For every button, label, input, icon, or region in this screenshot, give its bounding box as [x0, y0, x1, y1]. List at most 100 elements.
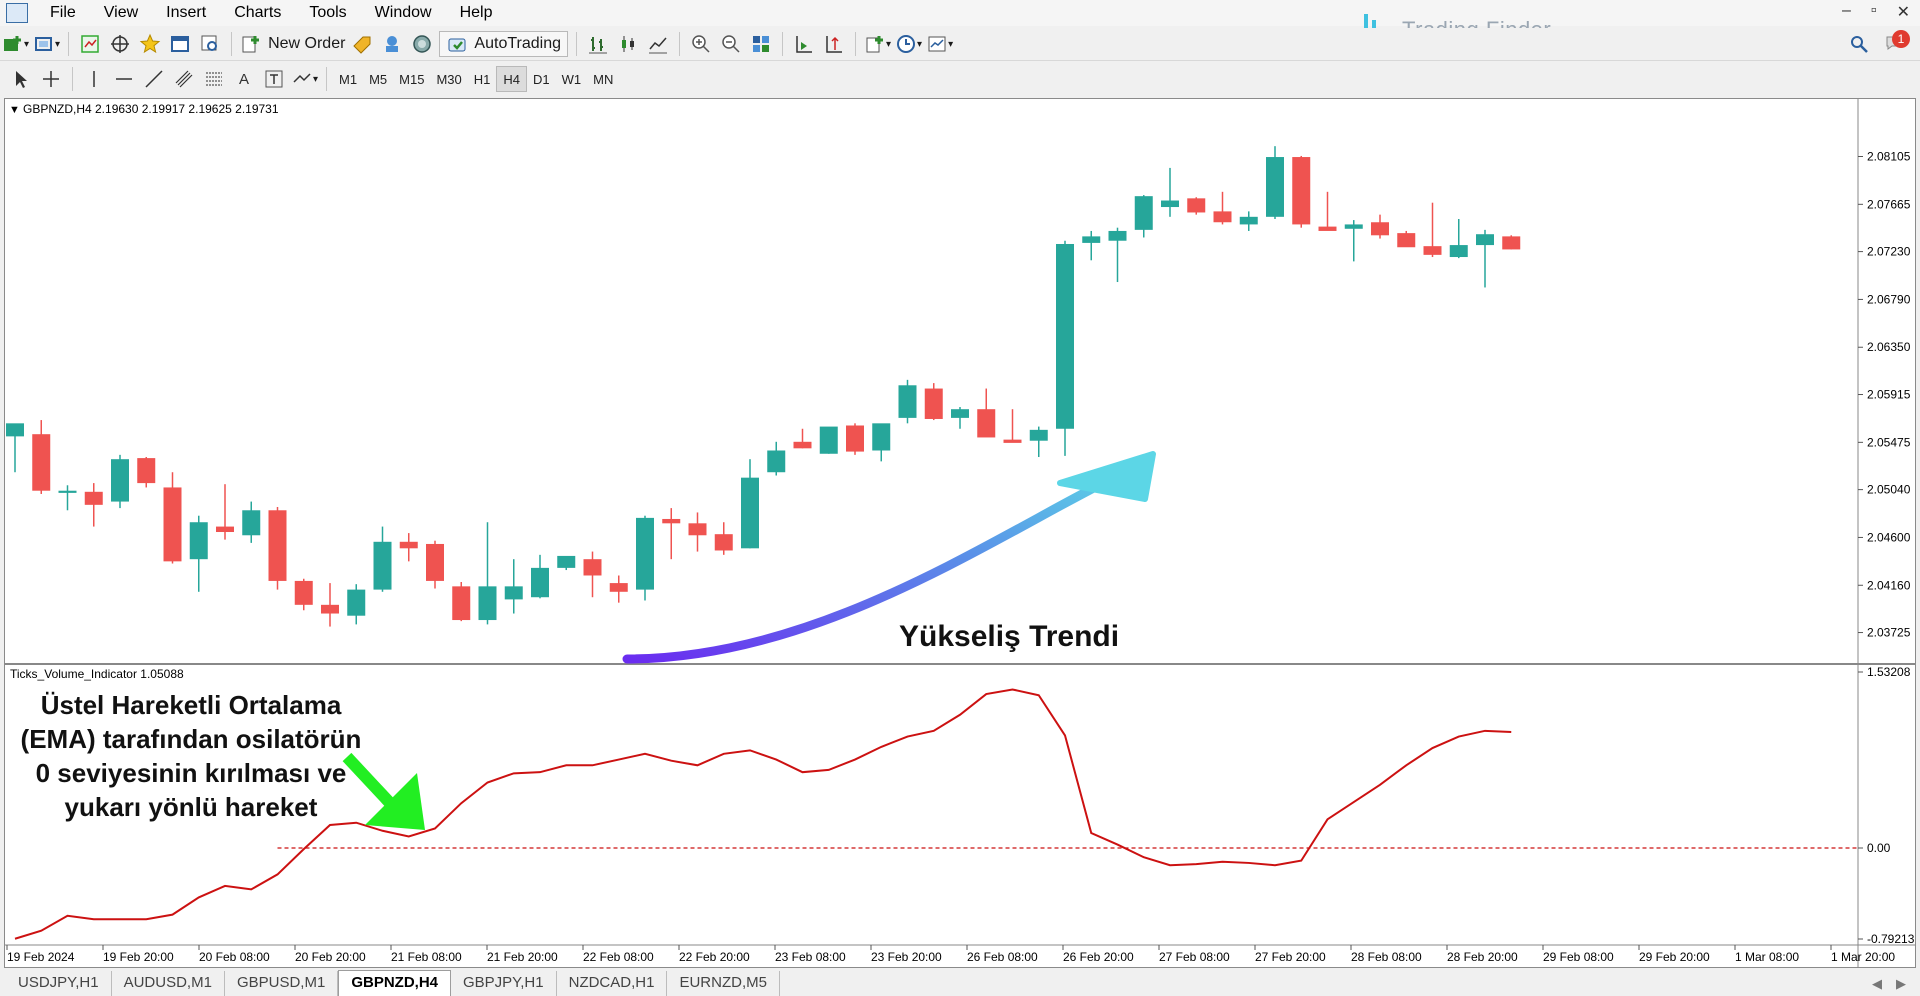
time-axis-label: 27 Feb 08:00 [1159, 950, 1230, 964]
equidistant-channel-tool[interactable] [171, 66, 197, 92]
templates-button[interactable]: ▾ [926, 31, 953, 57]
candle-body [32, 434, 51, 491]
tab-scroll-right-icon[interactable]: ▶ [1896, 976, 1906, 992]
drawing-toolbar: A ▾ M1 M5 M15 M30 H1 H4 D1 W1 MN [0, 62, 1920, 96]
chart-collapse-triangle[interactable]: ▼ [9, 104, 20, 116]
line-chart-button[interactable] [645, 31, 671, 57]
uptrend-arrow-head [1057, 451, 1156, 502]
minimize-button[interactable]: – [1842, 2, 1851, 22]
new-chart-button[interactable]: ▾ [2, 31, 29, 57]
chart-canvas[interactable]: ▼ GBPNZD,H4 2.19630 2.19917 2.19625 2.19… [5, 99, 1915, 967]
candle-body [347, 589, 366, 616]
menu-charts[interactable]: Charts [220, 4, 295, 22]
candle-body [84, 491, 103, 505]
tab-audusd-m1[interactable]: AUDUSD,M1 [112, 971, 225, 996]
menu-view[interactable]: View [90, 4, 152, 22]
text-label-icon [265, 70, 283, 88]
tab-nzdcad-h1[interactable]: NZDCAD,H1 [557, 971, 668, 996]
candle-body [898, 385, 917, 418]
candle-body [1344, 224, 1363, 229]
candle-body [163, 487, 182, 562]
new-order-button[interactable]: New Order [240, 31, 345, 57]
expert-button[interactable] [349, 31, 375, 57]
candle-body [1423, 246, 1442, 255]
timeframe-w1[interactable]: W1 [556, 67, 588, 91]
restore-button[interactable]: ▫ [1871, 2, 1877, 22]
ema-annotation: Üstel Hareketli Ortalama (EMA) tarafında… [21, 690, 362, 822]
timeframe-mn[interactable]: MN [587, 67, 619, 91]
signals-button[interactable] [379, 31, 405, 57]
bar-chart-button[interactable] [585, 31, 611, 57]
candle-body [1266, 157, 1284, 217]
price-axis-label: 2.03725 [1867, 626, 1911, 640]
zoom-out-button[interactable] [718, 31, 744, 57]
candle-body [531, 567, 549, 598]
price-axis-label: 2.07230 [1867, 245, 1911, 259]
tab-scroll-left-icon[interactable]: ◀ [1872, 976, 1882, 992]
trendline-icon [145, 70, 163, 88]
tab-gbpjpy-h1[interactable]: GBPJPY,H1 [451, 971, 557, 996]
timeframe-m30[interactable]: M30 [430, 67, 467, 91]
navigator-button[interactable] [137, 31, 163, 57]
profiles-button[interactable]: ▾ [33, 31, 60, 57]
trendline-tool[interactable] [141, 66, 167, 92]
menu-insert[interactable]: Insert [152, 4, 220, 22]
timeframe-m15[interactable]: M15 [393, 67, 430, 91]
data-window-button[interactable] [107, 31, 133, 57]
autotrading-label: AutoTrading [474, 35, 561, 52]
search-button[interactable] [1846, 31, 1872, 57]
close-button[interactable]: ✕ [1897, 2, 1910, 22]
menu-tools[interactable]: Tools [295, 4, 360, 22]
menu-file[interactable]: File [36, 4, 90, 22]
timeframe-h4[interactable]: H4 [496, 66, 527, 92]
candle-body [1397, 233, 1416, 248]
text-label-tool[interactable] [261, 66, 287, 92]
market-watch-button[interactable] [77, 31, 103, 57]
candle-body [426, 543, 444, 581]
tile-windows-button[interactable] [748, 31, 774, 57]
terminal-button[interactable] [167, 31, 193, 57]
indicators-button[interactable]: ▾ [864, 31, 891, 57]
market-button[interactable] [409, 31, 435, 57]
candlestick-button[interactable] [615, 31, 641, 57]
vertical-line-tool[interactable] [81, 66, 107, 92]
text-tool[interactable]: A [231, 66, 257, 92]
timeframe-h1[interactable]: H1 [468, 67, 497, 91]
strategy-tester-button[interactable] [197, 31, 223, 57]
candle-body [846, 425, 864, 452]
new-chart-icon [4, 36, 21, 51]
star-folder-icon [139, 33, 161, 54]
auto-scroll-button[interactable] [791, 31, 817, 57]
tab-eurnzd-m5[interactable]: EURNZD,M5 [667, 971, 780, 996]
menu-window[interactable]: Window [361, 4, 446, 22]
fibonacci-tool[interactable] [201, 66, 227, 92]
autotrading-button[interactable]: AutoTrading [439, 31, 568, 57]
tab-usdjpy-h1[interactable]: USDJPY,H1 [6, 971, 112, 996]
annotation-line-1: Üstel Hareketli Ortalama [41, 690, 342, 720]
arrows-tool[interactable]: ▾ [291, 66, 318, 92]
time-axis-label: 26 Feb 20:00 [1063, 950, 1134, 964]
tab-gbpusd-m1[interactable]: GBPUSD,M1 [225, 971, 339, 996]
horizontal-line-icon [116, 78, 132, 80]
timeframe-d1[interactable]: D1 [527, 67, 556, 91]
zoom-in-button[interactable] [688, 31, 714, 57]
candlestick-icon [622, 36, 634, 52]
menu-help[interactable]: Help [446, 4, 507, 22]
candle-body [1213, 211, 1232, 223]
time-axis-label: 1 Mar 20:00 [1831, 950, 1895, 964]
tab-gbpnzd-h4[interactable]: GBPNZD,H4 [338, 970, 451, 996]
chart-shift-button[interactable] [821, 31, 847, 57]
notifications-button[interactable]: 1 [1882, 30, 1910, 56]
annotation-line-2: (EMA) tarafından osilatörün [21, 724, 362, 754]
price-axis-label: 2.04160 [1867, 578, 1911, 592]
horizontal-line-tool[interactable] [111, 66, 137, 92]
crosshair-tool[interactable] [38, 66, 64, 92]
price-axis-label: 2.04600 [1867, 530, 1911, 544]
timeframe-m1[interactable]: M1 [333, 67, 363, 91]
cursor-tool[interactable] [8, 66, 34, 92]
candle-body [1239, 216, 1258, 225]
periods-button[interactable]: ▾ [895, 31, 922, 57]
candle-body [1108, 230, 1127, 241]
chart-window[interactable]: ▼ GBPNZD,H4 2.19630 2.19917 2.19625 2.19… [4, 98, 1916, 968]
timeframe-m5[interactable]: M5 [363, 67, 393, 91]
